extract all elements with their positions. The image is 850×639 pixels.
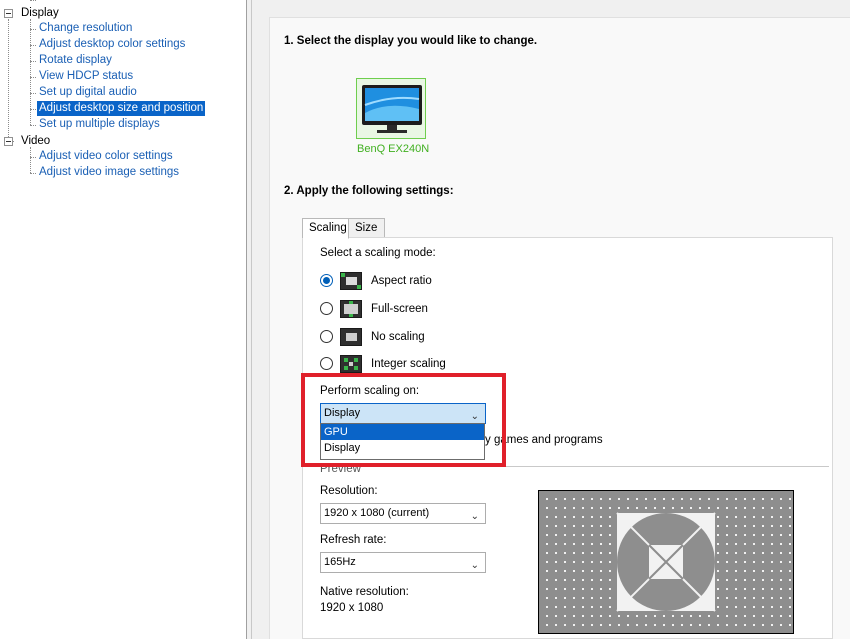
perform-scaling-label: Perform scaling on: <box>320 385 420 397</box>
dropdown-option-gpu[interactable]: GPU <box>321 424 484 440</box>
tree-item-desktop-size-position[interactable]: Adjust desktop size and position <box>37 101 206 116</box>
scaling-mode-label: Select a scaling mode: <box>320 247 436 259</box>
tree-connector <box>30 29 36 30</box>
integer-scaling-label[interactable]: Integer scaling <box>371 358 446 370</box>
tree-connector <box>30 77 36 78</box>
tree-connector <box>30 0 36 1</box>
step2-title: 2. Apply the following settings: <box>284 185 454 197</box>
aspect-ratio-label[interactable]: Aspect ratio <box>371 275 432 287</box>
tree-connector <box>30 173 36 174</box>
perform-scaling-dropdown: GPU Display <box>320 423 485 460</box>
perform-scaling-value: Display <box>324 407 361 419</box>
settings-content: 1. Select the display you would like to … <box>252 0 850 639</box>
tree-connector <box>30 61 36 62</box>
chevron-down-icon: ⌄ <box>470 560 479 571</box>
scaling-preview-image <box>538 490 794 634</box>
full-screen-label[interactable]: Full-screen <box>371 303 428 315</box>
monitor-name: BenQ EX240N <box>357 143 430 155</box>
step1-title: 1. Select the display you would like to … <box>284 35 538 47</box>
tree-connector <box>30 125 36 126</box>
tree-item-video-image[interactable]: Adjust video image settings <box>37 165 181 180</box>
aspect-ratio-radio[interactable] <box>320 274 333 287</box>
tree-category-video[interactable]: Video <box>21 135 50 147</box>
refresh-rate-label: Refresh rate: <box>320 534 387 546</box>
tree-item-rotate-display[interactable]: Rotate display <box>37 53 114 68</box>
perform-scaling-select[interactable]: Display ⌄ <box>320 403 486 424</box>
preview-divider <box>320 466 829 467</box>
no-scaling-radio[interactable] <box>320 330 333 343</box>
tree-item-digital-audio[interactable]: Set up digital audio <box>37 85 139 100</box>
tree-item-view-hdcp[interactable]: View HDCP status <box>37 69 135 84</box>
resolution-value: 1920 x 1080 (current) <box>324 507 430 519</box>
native-resolution-value: 1920 x 1080 <box>320 602 384 614</box>
integer-scaling-icon <box>340 355 362 373</box>
refresh-rate-value: 165Hz <box>324 556 356 568</box>
tree-item-change-resolution[interactable]: Change resolution <box>37 21 134 36</box>
refresh-rate-select[interactable]: 165Hz ⌄ <box>320 552 486 573</box>
tree-connector <box>30 147 31 173</box>
monitor-icon <box>362 85 422 133</box>
native-resolution-label: Native resolution: <box>320 586 409 598</box>
full-screen-icon <box>340 300 362 318</box>
dropdown-option-display[interactable]: Display <box>321 440 484 456</box>
chevron-down-icon: ⌄ <box>470 511 479 522</box>
navigation-tree: Display Change resolution Adjust desktop… <box>0 0 246 639</box>
full-screen-radio[interactable] <box>320 302 333 315</box>
resolution-label: Resolution: <box>320 485 378 497</box>
tree-connector <box>30 45 36 46</box>
tree-category-display[interactable]: Display <box>21 7 59 19</box>
no-scaling-label[interactable]: No scaling <box>371 331 425 343</box>
test-pattern-icon <box>616 512 716 612</box>
override-checkbox-label[interactable]: y games and programs <box>485 434 603 446</box>
no-scaling-icon <box>340 328 362 346</box>
collapse-video-icon[interactable] <box>4 137 13 146</box>
tree-connector <box>8 19 9 141</box>
preview-label: Preview <box>320 463 365 473</box>
tree-item-adjust-desktop-color[interactable]: Adjust desktop color settings <box>37 37 187 52</box>
collapse-display-icon[interactable] <box>4 9 13 18</box>
aspect-ratio-icon <box>340 272 362 290</box>
tab-size[interactable]: Size <box>348 218 385 238</box>
tree-connector <box>30 93 36 94</box>
tree-connector <box>30 157 36 158</box>
tab-scaling[interactable]: Scaling <box>302 218 349 239</box>
resolution-select[interactable]: 1920 x 1080 (current) ⌄ <box>320 503 486 524</box>
tree-connector <box>30 109 36 110</box>
tree-item-multiple-displays[interactable]: Set up multiple displays <box>37 117 162 132</box>
tree-item-video-color[interactable]: Adjust video color settings <box>37 149 175 164</box>
integer-scaling-radio[interactable] <box>320 357 333 370</box>
monitor-tile[interactable] <box>356 78 426 139</box>
